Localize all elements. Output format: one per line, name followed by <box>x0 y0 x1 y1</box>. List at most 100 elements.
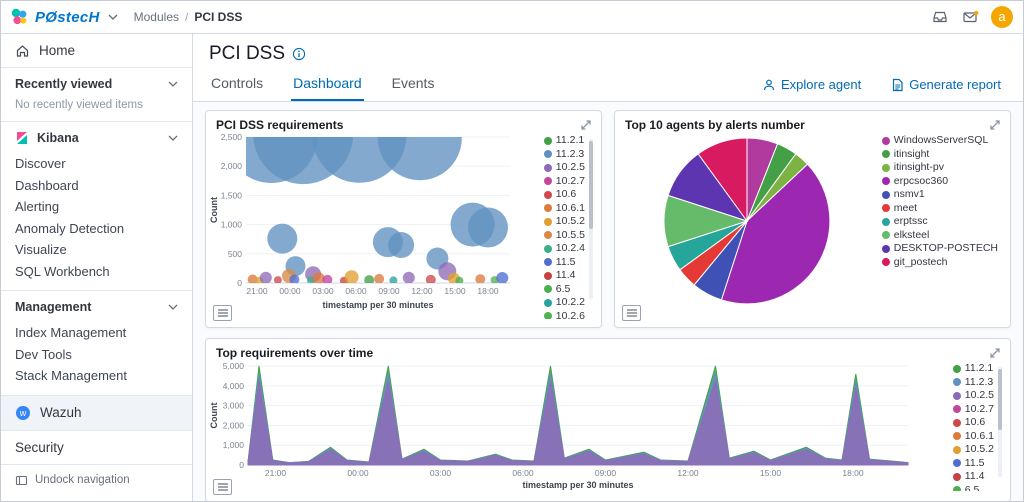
legend-item[interactable]: erpcsoc360 <box>882 176 998 188</box>
legend-item[interactable]: 11.5 <box>544 257 585 269</box>
legend-label: itinsight-pv <box>894 162 944 174</box>
sidebar-item-stack-management[interactable]: Stack Management <box>1 365 192 387</box>
legend-item[interactable]: 10.2.6 <box>544 311 585 320</box>
legend-item[interactable]: 6.5 <box>544 284 585 296</box>
legend-item[interactable]: 6.5 <box>953 485 994 492</box>
legend-dot <box>882 191 890 199</box>
legend-dot <box>544 218 552 226</box>
legend-label: 11.2.3 <box>965 377 993 389</box>
recently-viewed-section[interactable]: Recently viewed <box>1 68 192 95</box>
sidebar-item-discover[interactable]: Discover <box>1 153 192 175</box>
chevron-down-icon <box>168 81 178 87</box>
app-logo-text[interactable]: PØstecH <box>35 9 100 26</box>
breadcrumb-modules[interactable]: Modules <box>134 10 179 24</box>
sidebar-item-index-management[interactable]: Index Management <box>1 322 192 344</box>
tab-dashboard[interactable]: Dashboard <box>291 67 364 101</box>
inbox-tray-icon[interactable] <box>930 7 950 27</box>
sidebar-item-visualize[interactable]: Visualize <box>1 239 192 261</box>
svg-text:2,000: 2,000 <box>223 420 245 430</box>
legend-scrollbar[interactable] <box>998 367 1002 477</box>
legend-dot <box>544 299 552 307</box>
legend-item[interactable]: 10.6 <box>953 417 994 429</box>
legend-item[interactable]: 11.2.1 <box>544 135 585 147</box>
kibana-section[interactable]: Kibana <box>1 122 192 149</box>
sidebar-item-alerting[interactable]: Alerting <box>1 196 192 218</box>
info-icon[interactable] <box>292 47 306 61</box>
agents-pie-chart[interactable] <box>661 135 833 307</box>
legend-item[interactable]: 11.4 <box>544 270 585 282</box>
svg-text:21:00: 21:00 <box>265 468 287 478</box>
sidebar-item-wazuh[interactable]: w Wazuh <box>1 395 192 431</box>
legend-item[interactable]: erptssc <box>882 216 998 228</box>
legend-item[interactable]: 10.6.1 <box>544 203 585 215</box>
panel-options-icon[interactable] <box>213 479 232 495</box>
svg-text:timestamp per 30 minutes: timestamp per 30 minutes <box>522 480 633 490</box>
requirements-area-chart[interactable]: 01,0002,0003,0004,0005,00021:0000:0003:0… <box>208 361 914 491</box>
legend-dot <box>544 258 552 266</box>
expand-panel-icon[interactable] <box>579 118 593 132</box>
legend-item[interactable]: 10.5.2 <box>544 216 585 228</box>
management-section[interactable]: Management <box>1 290 192 318</box>
legend-item[interactable]: 10.5.2 <box>953 444 994 456</box>
legend-item[interactable]: 10.2.5 <box>544 162 585 174</box>
legend-item[interactable]: 11.2.1 <box>953 363 994 375</box>
legend-item[interactable]: nsmv1 <box>882 189 998 201</box>
legend-label: 6.5 <box>965 485 980 492</box>
explore-agent-button[interactable]: Explore agent <box>756 76 867 93</box>
legend-item[interactable]: 10.6 <box>544 189 585 201</box>
management-nav: Index Management Dev Tools Stack Managem… <box>1 318 192 395</box>
legend-item[interactable]: 10.6.1 <box>953 431 994 443</box>
legend-item[interactable]: itinsight-pv <box>882 162 998 174</box>
panel-options-icon[interactable] <box>213 305 232 321</box>
wazuh-app-window: PØstecH Modules / PCI DSS <box>0 0 1024 502</box>
legend-dot <box>544 204 552 212</box>
app-logo-icon[interactable] <box>9 7 29 27</box>
generate-report-button[interactable]: Generate report <box>885 76 1007 93</box>
legend-item[interactable]: 10.2.5 <box>953 390 994 402</box>
legend-item[interactable]: 10.2.7 <box>953 404 994 416</box>
legend-item[interactable]: git_postech <box>882 257 998 269</box>
legend-item[interactable]: 10.5.5 <box>544 230 585 242</box>
panel-options-icon[interactable] <box>622 305 641 321</box>
legend-label: 10.2.7 <box>556 176 585 188</box>
legend-item[interactable]: WindowsServerSQL <box>882 135 998 147</box>
svg-text:0: 0 <box>237 278 242 288</box>
chevron-down-icon[interactable] <box>106 12 120 22</box>
legend-item[interactable]: itinsight <box>882 149 998 161</box>
legend-item[interactable]: elksteel <box>882 230 998 242</box>
undock-navigation[interactable]: Undock navigation <box>1 465 192 496</box>
avatar[interactable]: a <box>991 6 1013 28</box>
legend-item[interactable]: meet <box>882 203 998 215</box>
svg-text:1,000: 1,000 <box>221 220 243 230</box>
legend-item[interactable]: 10.2.7 <box>544 176 585 188</box>
sidebar: Home Recently viewed No recently viewed … <box>1 34 193 501</box>
legend-label: 10.6 <box>965 417 985 429</box>
legend-item[interactable]: 10.2.4 <box>544 243 585 255</box>
pci-requirements-bubble-chart[interactable]: 05001,0001,5002,0002,50021:0000:0003:000… <box>208 133 514 311</box>
legend-item[interactable]: 11.5 <box>953 458 994 470</box>
legend-item[interactable]: 10.2.2 <box>544 297 585 309</box>
legend-item[interactable]: 11.2.3 <box>953 377 994 389</box>
mail-icon[interactable] <box>960 7 981 27</box>
legend-label: 11.2.1 <box>556 135 584 147</box>
legend-item[interactable]: 11.4 <box>953 471 994 483</box>
sidebar-item-security[interactable]: Security <box>1 431 192 465</box>
expand-panel-icon[interactable] <box>988 118 1002 132</box>
legend-item[interactable]: DESKTOP-POSTECH <box>882 243 998 255</box>
tab-controls[interactable]: Controls <box>209 67 265 101</box>
sidebar-item-anomaly-detection[interactable]: Anomaly Detection <box>1 218 192 240</box>
legend-dot <box>882 245 890 253</box>
legend-item[interactable]: 11.2.3 <box>544 149 585 161</box>
svg-text:12:00: 12:00 <box>677 468 699 478</box>
legend-label: 10.6 <box>556 189 576 201</box>
sidebar-item-dashboard[interactable]: Dashboard <box>1 175 192 197</box>
legend-label: 10.2.5 <box>556 162 585 174</box>
sidebar-item-label: Security <box>15 440 64 455</box>
sidebar-item-sql-workbench[interactable]: SQL Workbench <box>1 261 192 283</box>
svg-text:21:00: 21:00 <box>246 286 268 296</box>
tab-events[interactable]: Events <box>390 67 437 101</box>
sidebar-item-dev-tools[interactable]: Dev Tools <box>1 344 192 366</box>
sidebar-item-home[interactable]: Home <box>1 34 192 68</box>
expand-panel-icon[interactable] <box>988 346 1002 360</box>
legend-scrollbar[interactable] <box>589 139 593 299</box>
